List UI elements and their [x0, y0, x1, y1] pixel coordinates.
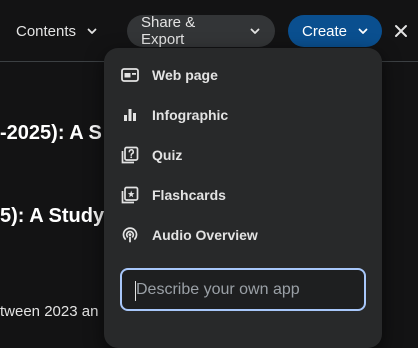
- text-cursor: [135, 281, 136, 301]
- contents-button[interactable]: Contents: [6, 15, 108, 47]
- chevron-down-icon: [86, 25, 98, 37]
- bar-chart-icon: [120, 105, 140, 125]
- menu-item-label: Web page: [152, 67, 218, 83]
- menu-item-audio-overview[interactable]: Audio Overview: [104, 215, 382, 255]
- quiz-icon: [120, 145, 140, 165]
- document-subheading: 5): A Study: [0, 205, 105, 227]
- menu-item-infographic[interactable]: Infographic: [104, 95, 382, 135]
- share-export-button[interactable]: Share & Export: [127, 14, 275, 48]
- web-page-icon: [120, 65, 140, 85]
- document-heading: -2025): A S: [0, 122, 102, 144]
- menu-item-flashcards[interactable]: Flashcards: [104, 175, 382, 215]
- flashcards-icon: [120, 185, 140, 205]
- create-button[interactable]: Create: [288, 15, 382, 47]
- describe-app-input[interactable]: [120, 268, 366, 311]
- close-button[interactable]: [390, 20, 412, 42]
- create-menu: Web page Infographic Quiz Flashcards Aud…: [104, 48, 382, 348]
- chevron-down-icon: [249, 25, 261, 37]
- contents-label: Contents: [16, 22, 77, 40]
- menu-item-quiz[interactable]: Quiz: [104, 135, 382, 175]
- share-export-label: Share & Export: [141, 14, 196, 48]
- podcast-icon: [120, 225, 140, 245]
- menu-item-label: Audio Overview: [152, 227, 258, 243]
- close-icon: [395, 25, 407, 37]
- menu-item-label: Flashcards: [152, 187, 226, 203]
- document-paragraph: tween 2023 an: [0, 303, 99, 320]
- menu-item-label: Quiz: [152, 147, 183, 163]
- menu-item-web-page[interactable]: Web page: [104, 55, 382, 95]
- chevron-down-icon: [357, 25, 369, 37]
- create-label: Create: [302, 22, 348, 40]
- menu-item-label: Infographic: [152, 107, 229, 123]
